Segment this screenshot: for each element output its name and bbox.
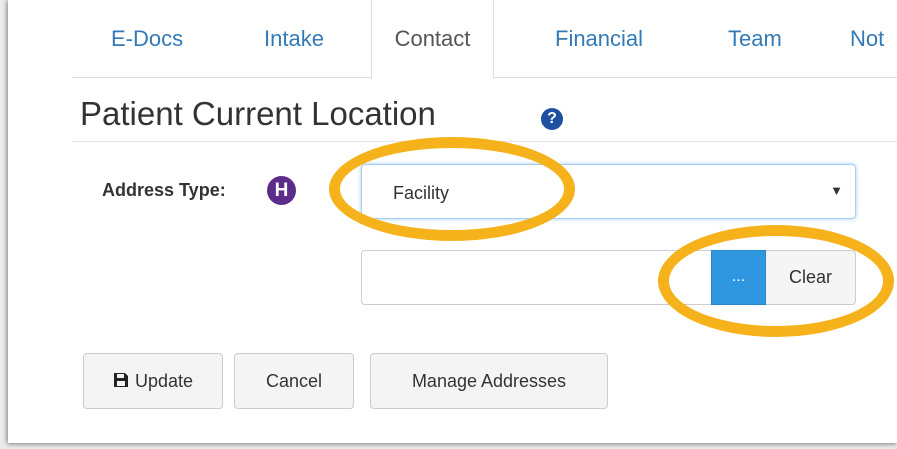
tab-notes[interactable]: Not <box>850 0 884 78</box>
question-circle-icon[interactable]: ? <box>541 108 563 130</box>
tab-team[interactable]: Team <box>728 0 782 78</box>
clear-button[interactable]: Clear <box>766 250 856 305</box>
address-type-select[interactable]: Facility ▼ <box>361 164 856 219</box>
location-input[interactable] <box>361 250 711 305</box>
tab-bar: E-Docs Intake Contact Financial Team Not <box>8 0 897 79</box>
update-button[interactable]: Update <box>83 353 223 409</box>
tab-intake[interactable]: Intake <box>264 0 324 78</box>
browse-button[interactable]: ... <box>711 250 766 305</box>
manage-addresses-button[interactable]: Manage Addresses <box>370 353 608 409</box>
cancel-button[interactable]: Cancel <box>234 353 354 409</box>
tab-financial[interactable]: Financial <box>555 0 643 78</box>
update-label: Update <box>134 371 194 391</box>
contact-panel: E-Docs Intake Contact Financial Team Not… <box>8 0 897 443</box>
page-title: Patient Current Location <box>80 95 436 132</box>
tab-edocs[interactable]: E-Docs <box>111 0 183 78</box>
tab-contact[interactable]: Contact <box>371 0 494 79</box>
caret-down-icon: ▼ <box>830 183 843 198</box>
h-badge-icon: H <box>267 176 296 205</box>
save-icon <box>113 373 128 387</box>
title-divider <box>72 141 897 142</box>
address-type-label: Address Type: <box>102 180 226 200</box>
address-type-value: Facility <box>393 183 450 203</box>
